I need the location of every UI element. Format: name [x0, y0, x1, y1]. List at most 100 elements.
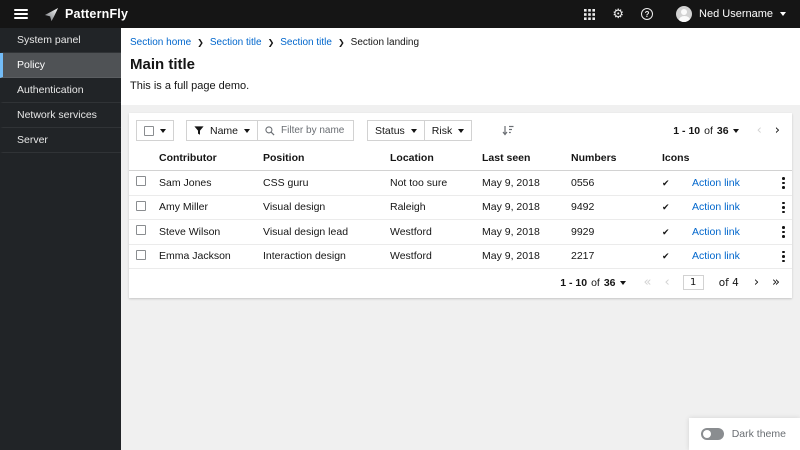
brand-name: PatternFly	[65, 7, 129, 21]
cell-contributor: Amy Miller	[151, 195, 255, 220]
check-icon: ✔	[662, 178, 670, 189]
kebab-menu-button[interactable]	[778, 249, 789, 265]
nav-toggle-icon[interactable]	[14, 9, 28, 19]
masthead-utilities: ⚙ ? Ned Username	[584, 6, 786, 22]
status-label: Status	[375, 124, 405, 137]
name-filter-dropdown[interactable]: Name	[186, 120, 259, 141]
row-checkbox[interactable]	[136, 200, 146, 211]
pagination-range: 1 - 10	[673, 124, 701, 137]
column-header-last-seen: Last seen	[474, 146, 563, 171]
table-row: Steve Wilson Visual design lead Westford…	[129, 219, 792, 245]
help-icon[interactable]: ?	[641, 8, 654, 20]
page-description: This is a full page demo.	[130, 80, 250, 92]
chevron-down-icon	[732, 128, 739, 133]
sidebar-nav: System panel Policy Authentication Netwo…	[0, 28, 121, 450]
dark-theme-label: Dark theme	[731, 428, 786, 440]
bulk-select-dropdown[interactable]	[136, 120, 174, 141]
table-row: Amy Miller Visual design Raleigh May 9, …	[129, 195, 792, 220]
pagination-menu-bottom[interactable]: 1 - 10 of 36	[560, 276, 626, 289]
kebab-menu-button[interactable]	[778, 200, 789, 216]
risk-dropdown[interactable]: Risk	[424, 120, 473, 141]
username: Ned Username	[699, 8, 773, 20]
action-link[interactable]: Action link	[692, 226, 740, 238]
cell-location: Not too sure	[382, 170, 474, 196]
first-page-button[interactable]: «	[644, 276, 652, 289]
column-header-numbers: Numbers	[563, 146, 654, 171]
search-input[interactable]: Filter by name	[258, 120, 355, 141]
cell-numbers: 2217	[563, 244, 654, 269]
page-title: Main title	[130, 56, 196, 73]
breadcrumb-link-section-2[interactable]: Section title	[280, 37, 332, 48]
brand[interactable]: PatternFly	[44, 7, 128, 22]
pagination-menu-top[interactable]: 1 - 10 of 36	[673, 124, 739, 137]
cell-numbers: 9929	[563, 219, 654, 245]
chevron-down-icon	[619, 280, 626, 285]
check-icon: ✔	[662, 203, 670, 214]
cell-contributor: Emma Jackson	[151, 244, 255, 269]
next-page-button[interactable]: ›	[775, 124, 780, 137]
sidebar-item-policy[interactable]: Policy	[0, 53, 121, 78]
column-header-position: Position	[255, 146, 382, 171]
settings-gear-icon[interactable]: ⚙	[612, 8, 624, 21]
breadcrumb: Section home ❯ Section title ❯ Section t…	[130, 37, 784, 48]
cell-position: Interaction design	[255, 244, 382, 269]
breadcrumb-separator-icon: ❯	[337, 38, 345, 47]
action-link[interactable]: Action link	[692, 177, 740, 189]
check-icon: ✔	[662, 227, 670, 238]
status-dropdown[interactable]: Status	[367, 120, 425, 141]
row-checkbox[interactable]	[136, 176, 146, 187]
risk-label: Risk	[431, 124, 453, 137]
pagination-total: 36	[603, 276, 616, 289]
search-placeholder: Filter by name	[281, 125, 345, 136]
pagination-top: 1 - 10 of 36 ‹ ›	[673, 124, 780, 137]
sidebar-item-network-services[interactable]: Network services	[0, 103, 121, 128]
main-content: Section home ❯ Section title ❯ Section t…	[121, 28, 800, 450]
masthead: PatternFly ⚙ ? Ned Username	[0, 0, 800, 28]
apps-grid-icon[interactable]	[584, 8, 596, 20]
kebab-menu-button[interactable]	[778, 224, 789, 240]
sidebar-item-authentication[interactable]: Authentication	[0, 78, 121, 103]
cell-last-seen: May 9, 2018	[474, 195, 563, 220]
column-header-icons: Icons	[654, 146, 689, 171]
sort-button[interactable]	[498, 125, 518, 136]
cell-location: Westford	[382, 244, 474, 269]
bulk-select-checkbox[interactable]	[144, 125, 154, 136]
cell-contributor: Steve Wilson	[151, 219, 255, 245]
chevron-down-icon	[160, 128, 166, 133]
row-checkbox[interactable]	[136, 225, 146, 236]
current-page-input[interactable]	[682, 275, 704, 290]
cell-position: Visual design	[255, 195, 382, 220]
cell-numbers: 9492	[563, 195, 654, 220]
next-page-button[interactable]: ›	[754, 276, 759, 289]
cell-last-seen: May 9, 2018	[474, 170, 563, 196]
pagination-bottom: 1 - 10 of 36 « ‹ of 4 › »	[129, 269, 792, 298]
table-header-row: Contributor Position Location Last seen …	[129, 146, 792, 171]
breadcrumb-current: Section landing	[350, 37, 420, 48]
dark-theme-toggle[interactable]	[700, 428, 724, 440]
cell-numbers: 0556	[563, 170, 654, 196]
kebab-menu-button[interactable]	[778, 175, 789, 191]
sidebar-item-system-panel[interactable]: System panel	[0, 28, 121, 53]
table-row: Emma Jackson Interaction design Westford…	[129, 244, 792, 269]
chevron-down-icon	[780, 12, 786, 16]
total-pages-label: of 4	[718, 276, 739, 289]
data-list-card: Name Filter by name Status Risk 1 - 10 o…	[129, 113, 792, 298]
chevron-down-icon	[410, 128, 417, 133]
cell-location: Westford	[382, 219, 474, 245]
sidebar-item-server[interactable]: Server	[0, 128, 121, 153]
user-menu[interactable]: Ned Username	[676, 6, 786, 22]
cell-contributor: Sam Jones	[151, 170, 255, 196]
action-link[interactable]: Action link	[692, 201, 740, 213]
prev-page-button[interactable]: ‹	[664, 276, 669, 289]
search-icon	[265, 125, 275, 136]
row-checkbox[interactable]	[136, 249, 146, 260]
cell-location: Raleigh	[382, 195, 474, 220]
sort-amount-icon	[502, 125, 514, 136]
last-page-button[interactable]: »	[772, 276, 780, 289]
column-header-location: Location	[382, 146, 474, 171]
breadcrumb-link-home[interactable]: Section home	[130, 37, 191, 48]
prev-page-button[interactable]: ‹	[757, 124, 762, 137]
action-link[interactable]: Action link	[692, 250, 740, 262]
cell-last-seen: May 9, 2018	[474, 244, 563, 269]
breadcrumb-link-section-1[interactable]: Section title	[210, 37, 262, 48]
